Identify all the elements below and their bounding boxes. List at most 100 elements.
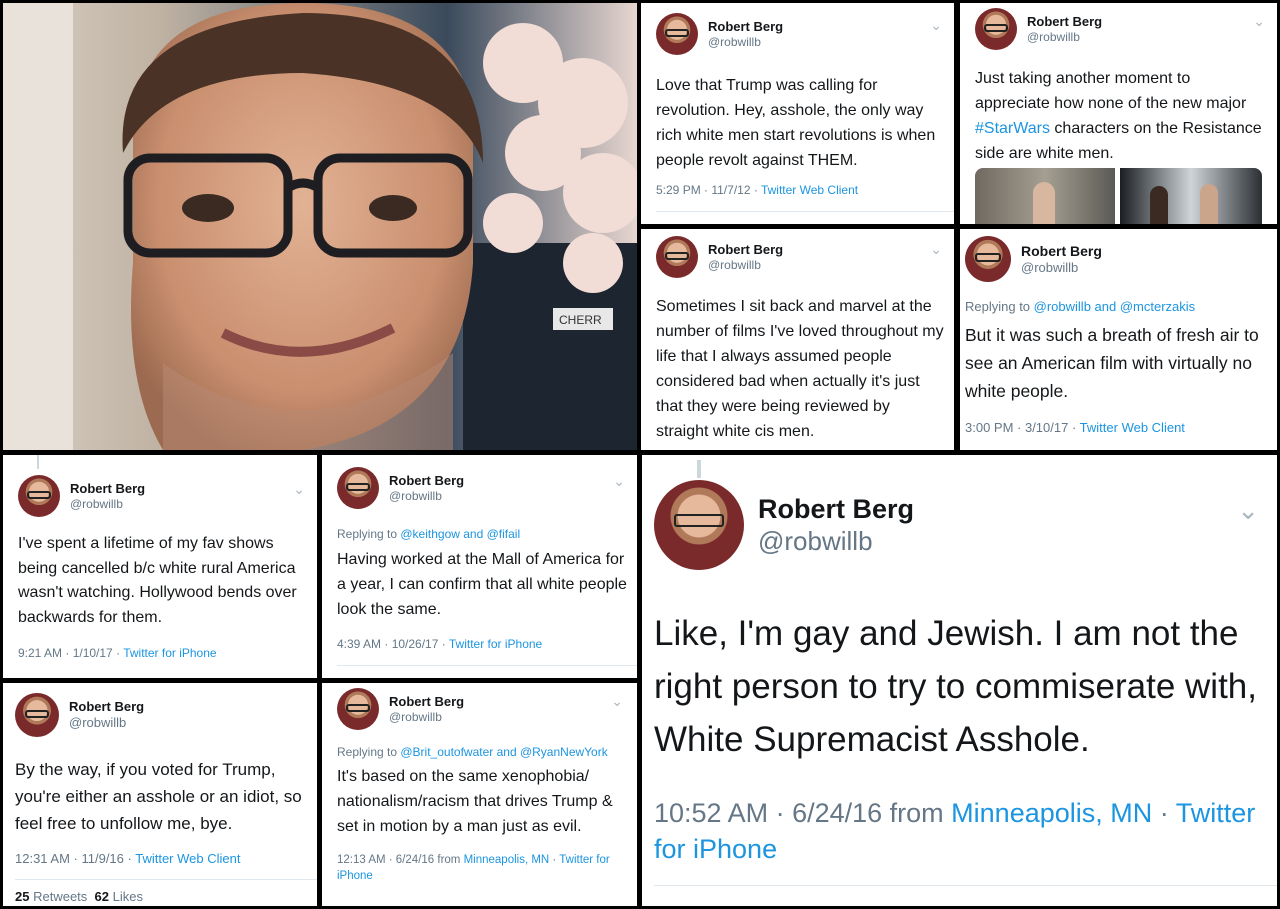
tweet-card[interactable]: Robert Berg @robwillb ⌄ Replying to @kei… [322,455,637,678]
tweet-time: 4:39 AM · 10/26/17 · [337,637,449,651]
tweet-client-link[interactable]: Twitter Web Client [761,183,858,197]
author-name[interactable]: Robert Berg [708,242,783,258]
tweet-text: Just taking another moment to appreciate… [975,66,1265,166]
author-handle[interactable]: @robwillb [1027,30,1102,44]
location-link[interactable]: Minneapolis, MN [464,854,550,866]
tweet-meta: 3:00 PM · 3/10/17 · Twitter Web Client [965,420,1185,435]
tweet-time: 10:52 AM · 6/24/16 from [654,798,952,828]
divider [15,879,317,880]
chevron-down-icon[interactable]: ⌄ [293,481,305,498]
divider [654,885,1277,886]
author-handle[interactable]: @robwillb [70,497,145,511]
tweet-text: I've spent a lifetime of my fav shows be… [18,535,297,626]
tweet-time: 5:29 PM · 11/7/12 · [656,183,761,197]
author-handle[interactable]: @robwillb [1021,260,1102,276]
avatar[interactable] [975,8,1017,50]
tweet-card[interactable]: Robert Berg @robwillb ⌄ Love that Trump … [641,3,954,224]
tweet-meta: 12:13 AM · 6/24/16 from Minneapolis, MN … [337,852,622,884]
tweet-time: 12:31 AM · 11/9/16 · [15,851,136,866]
tweet-card[interactable]: Robert Berg @robwillb ⌄ Just taking anot… [960,3,1277,224]
chevron-down-icon[interactable]: ⌄ [930,17,942,34]
tweet-text: By the way, if you voted for Trump, you'… [15,760,302,833]
avatar[interactable] [654,480,744,570]
retweets-label[interactable]: Retweets [33,889,87,904]
avatar[interactable] [965,236,1011,282]
tweet-meta: 10:52 AM · 6/24/16 from Minneapolis, MN … [654,795,1264,867]
reply-context: Replying to @Brit_outofwater and @RyanNe… [337,745,608,759]
tweet-text: Like, I'm gay and Jewish. I am not the r… [654,614,1257,759]
media-image-2[interactable] [1120,168,1262,224]
reply-context: Replying to @robwillb and @mcterzakis [965,299,1195,314]
tweet-card-large[interactable]: Robert Berg @robwillb ⌄ Like, I'm gay an… [642,455,1277,906]
author-handle[interactable]: @robwillb [708,35,783,49]
tweet-stats: 25 Retweets 62 Likes [15,889,143,904]
media-image-1[interactable] [975,168,1115,224]
tweet-meta: 4:39 AM · 10/26/17 · Twitter for iPhone [337,637,542,651]
tweet-text: It's based on the same xenophobia/ natio… [337,768,613,835]
tweet-meta: 9:21 AM · 1/10/17 · Twitter for iPhone [18,646,217,660]
reply-users-link[interactable]: @Brit_outofwater and @RyanNewYork [400,745,607,759]
likes-label[interactable]: Likes [113,889,143,904]
chevron-down-icon[interactable]: ⌄ [1237,495,1259,526]
author-name[interactable]: Robert Berg [708,19,783,35]
tweet-card[interactable]: Robert Berg @robwillb ⌄ Replying to @Bri… [322,683,637,906]
tweet-client-link[interactable]: Twitter Web Client [135,851,240,866]
tweet-meta: 5:29 PM · 11/7/12 · Twitter Web Client [656,183,858,197]
tweet-card[interactable]: Robert Berg @robwillb ⌄ Sometimes I sit … [641,229,954,450]
tweet-meta: 12:31 AM · 11/9/16 · Twitter Web Client [15,851,240,866]
avatar[interactable] [337,467,379,509]
avatar[interactable] [656,13,698,55]
avatar[interactable] [337,688,379,730]
tweet-client-link[interactable]: Twitter for iPhone [449,637,542,651]
reply-users-link[interactable]: @keithgow and @fifail [400,527,520,541]
divider [337,665,637,666]
author-name[interactable]: Robert Berg [70,481,145,497]
reply-prefix: Replying to [337,527,401,541]
author-name[interactable]: Robert Berg [758,493,914,525]
location-link[interactable]: Minneapolis, MN [951,798,1152,828]
thread-line [697,460,701,478]
reply-users-link[interactable]: @robwillb and @mcterzakis [1034,299,1196,314]
tweet-client-link[interactable]: Twitter Web Client [1080,420,1185,435]
tweet-text: But it was such a breath of fresh air to… [965,325,1259,401]
tweet-client-link[interactable]: Twitter for iPhone [123,646,216,660]
tweet-text-part: Just taking another moment to appreciate… [975,70,1247,112]
tweet-time: 3:00 PM · 3/10/17 · [965,420,1080,435]
chevron-down-icon[interactable]: ⌄ [613,473,625,490]
meta-separator: · [1152,798,1176,828]
tweet-card[interactable]: Robert Berg @robwillb By the way, if you… [3,683,317,906]
author-handle[interactable]: @robwillb [389,710,464,724]
avatar[interactable] [656,236,698,278]
author-name[interactable]: Robert Berg [1027,14,1102,30]
divider [656,211,954,212]
like-count[interactable]: 62 [95,889,109,904]
author-name[interactable]: Robert Berg [1021,243,1102,260]
author-handle[interactable]: @robwillb [758,526,914,557]
author-handle[interactable]: @robwillb [69,715,144,731]
tweet-card[interactable]: Robert Berg @robwillb ⌄ I've spent a lif… [3,455,317,678]
tweet-time: 12:13 AM · 6/24/16 from [337,854,464,866]
hashtag-link[interactable]: #StarWars [975,120,1050,137]
tweet-card[interactable]: Robert Berg @robwillb Replying to @robwi… [960,229,1277,450]
reply-prefix: Replying to [965,299,1034,314]
reply-context: Replying to @keithgow and @fifail [337,527,520,541]
author-handle[interactable]: @robwillb [389,489,464,503]
portrait-image: CHERR [3,3,637,450]
thread-line [37,455,39,469]
tweet-text: Having worked at the Mall of America for… [337,551,627,618]
avatar[interactable] [18,475,60,517]
chevron-down-icon[interactable]: ⌄ [1253,13,1265,30]
photo-sign-text: CHERR [559,313,602,327]
avatar[interactable] [15,693,59,737]
meta-separator: · [549,854,560,866]
author-name[interactable]: Robert Berg [389,473,464,489]
author-handle[interactable]: @robwillb [708,258,783,272]
chevron-down-icon[interactable]: ⌄ [930,241,942,258]
author-name[interactable]: Robert Berg [69,699,144,715]
tweet-time: 9:21 AM · 1/10/17 · [18,646,124,660]
chevron-down-icon[interactable]: ⌄ [611,693,623,710]
retweet-count[interactable]: 25 [15,889,29,904]
tweet-text: Sometimes I sit back and marvel at the n… [656,298,944,440]
author-name[interactable]: Robert Berg [389,694,464,710]
reply-prefix: Replying to [337,745,401,759]
